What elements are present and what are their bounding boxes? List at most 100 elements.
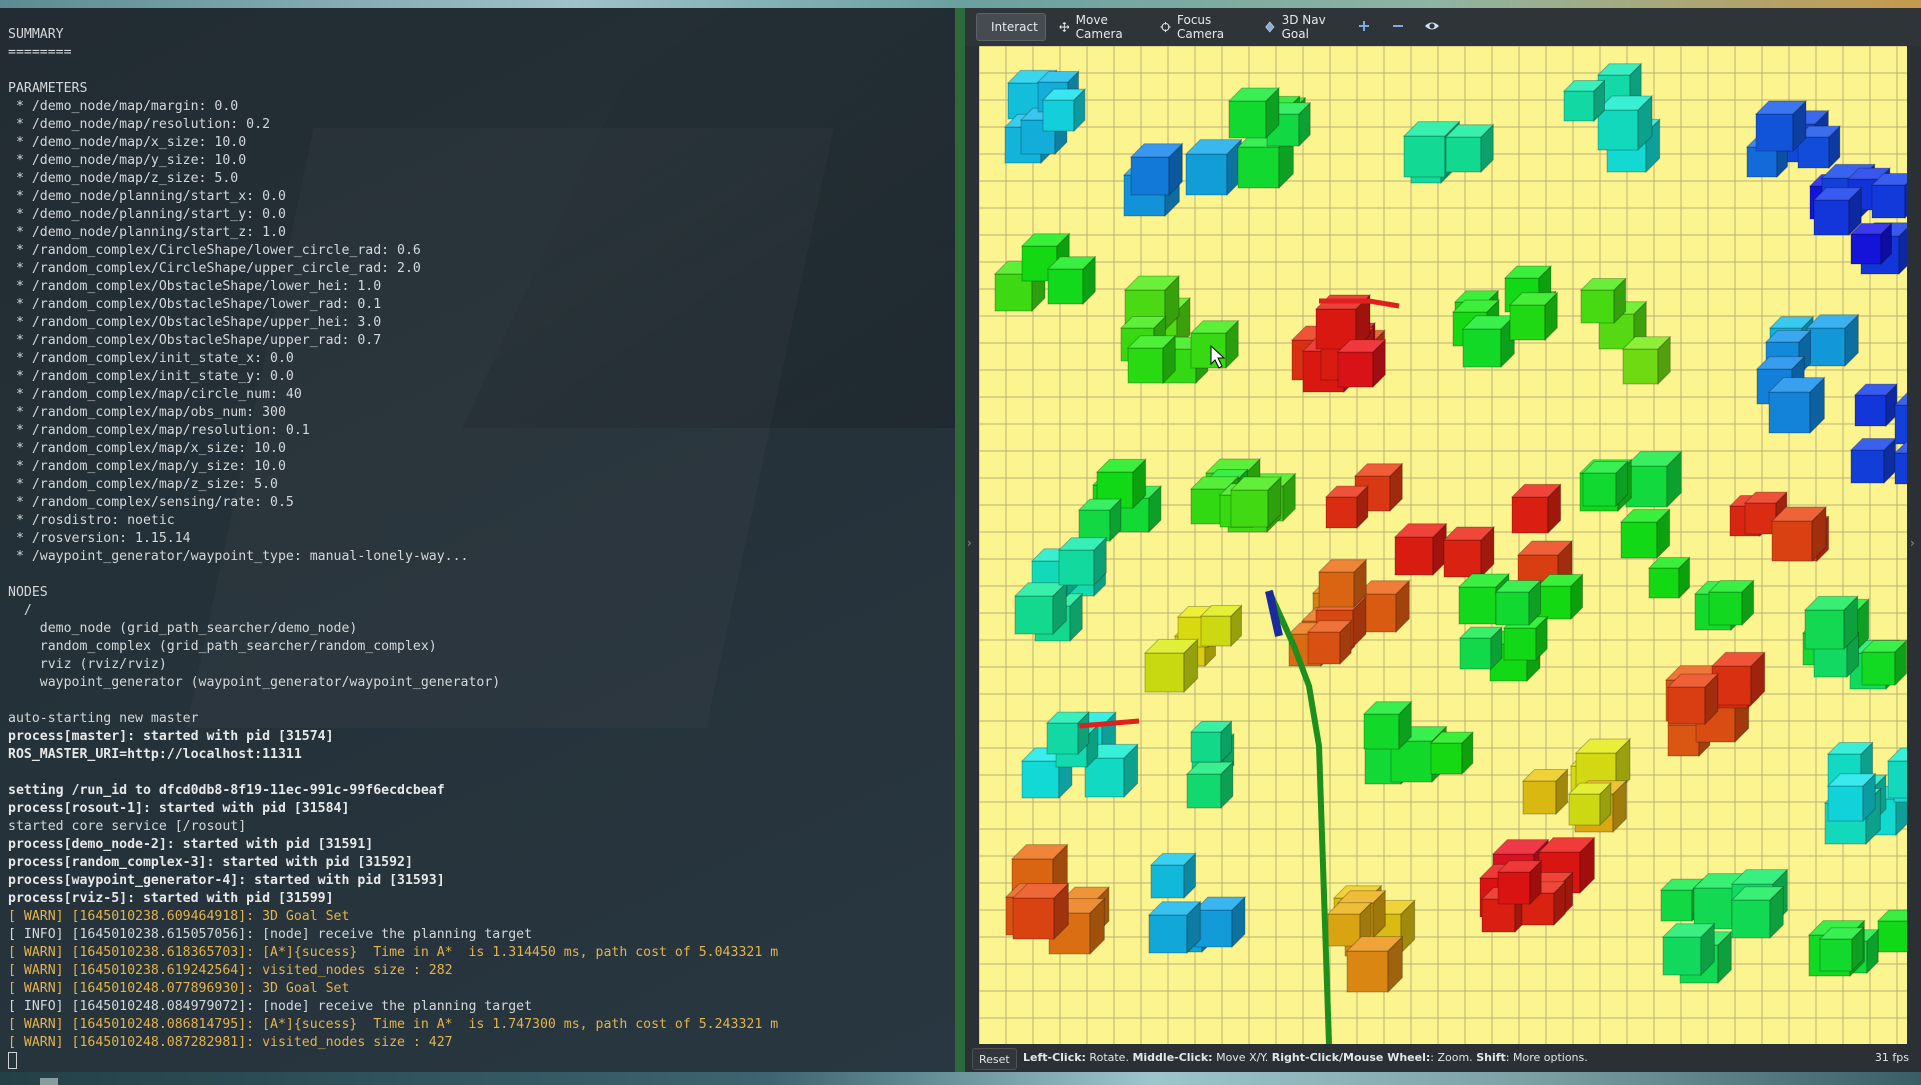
rviz-status-bar: Reset Left-Click: Rotate. Middle-Click: … <box>965 1044 1921 1072</box>
terminal-line: [ WARN] [1645010248.086814795]: [A*]{suc… <box>8 1017 779 1032</box>
voxel-cube <box>1767 376 1826 435</box>
voxel-cube <box>1461 314 1516 369</box>
remove-tool-button[interactable] <box>1388 16 1408 36</box>
voxel-map-scene[interactable] <box>979 46 1907 1044</box>
left-dock-handle[interactable]: › <box>965 46 978 1046</box>
hint-key: Left-Click: <box>1023 1051 1086 1064</box>
voxel-cube <box>1521 768 1569 816</box>
hint-val: : More options. <box>1505 1051 1588 1064</box>
terminal-line: * /waypoint_generator/waypoint_type: man… <box>8 549 469 564</box>
voxel-cube <box>1494 579 1542 627</box>
terminal-line: [ WARN] [1645010238.619242564]: visited_… <box>8 963 453 978</box>
voxel-cube <box>1429 730 1475 776</box>
voxel-cube <box>1345 935 1404 994</box>
right-dock-handle[interactable]: › <box>1908 46 1921 1046</box>
terminal-line: ROS_MASTER_URI=http://localhost:11311 <box>8 747 302 762</box>
terminal-line: rviz (rviz/rviz) <box>8 657 167 672</box>
voxel-cube <box>1579 277 1627 325</box>
voxel-cube <box>1458 625 1504 671</box>
focus-camera-tool-button[interactable]: Focus Camera <box>1152 13 1252 41</box>
terminal-line: * /demo_node/map/y_size: 10.0 <box>8 153 247 168</box>
move-camera-tool-label: Move Camera <box>1075 13 1123 41</box>
voxel-cube <box>1510 483 1562 535</box>
voxel-cube <box>1496 859 1543 906</box>
voxel-cube <box>1860 639 1907 687</box>
taskbar-item[interactable] <box>40 1078 58 1085</box>
voxel-cube <box>1536 573 1584 621</box>
terminal-line: * /random_complex/ObstacleShape/lower_he… <box>8 279 382 294</box>
voxel-cube <box>1581 460 1629 508</box>
voxel-cube <box>1818 926 1865 973</box>
voxel-cube <box>1149 852 1197 900</box>
rviz-window: Interact Move Camera Focus Camera 3D Nav… <box>965 8 1921 1072</box>
voxel-cube <box>1045 710 1091 756</box>
voxel-cube <box>1227 86 1281 140</box>
voxel-cube <box>1199 604 1243 648</box>
voxel-cube <box>1805 313 1860 368</box>
voxel-cube <box>1444 123 1495 174</box>
terminal-cursor <box>8 1052 17 1069</box>
voxel-cube <box>1189 720 1233 764</box>
terminal-line: setting /run_id to dfcd0db8-8f19-11ec-99… <box>8 783 445 798</box>
terminal-line: * /demo_node/planning/start_z: 1.0 <box>8 225 286 240</box>
terminal-line: process[waypoint_generator-4]: started w… <box>8 873 445 888</box>
terminal-line: * /random_complex/map/circle_num: 40 <box>8 387 302 402</box>
voxel-cube <box>1041 87 1087 133</box>
terminal-line: * /demo_node/map/z_size: 5.0 <box>8 171 239 186</box>
terminal-line: * /random_complex/sensing/rate: 0.5 <box>8 495 294 510</box>
voxel-cube <box>1849 222 1893 266</box>
terminal-line: * /demo_node/map/margin: 0.0 <box>8 99 239 114</box>
crosshair-icon <box>1160 21 1171 33</box>
hint-val: Move X/Y. <box>1212 1051 1272 1064</box>
terminal-line: * /demo_node/planning/start_x: 0.0 <box>8 189 286 204</box>
terminal-line: * /random_complex/ObstacleShape/upper_he… <box>8 315 382 330</box>
voxel-cube <box>1129 142 1184 197</box>
voxel-cube <box>1057 536 1108 587</box>
terminal-line: [ INFO] [1645010238.615057056]: [node] r… <box>8 927 533 942</box>
terminal-line: SUMMARY <box>8 27 64 42</box>
hint-val: Rotate. <box>1085 1051 1133 1064</box>
terminal-line: [ WARN] [1645010248.077896930]: 3D Goal … <box>8 981 350 996</box>
voxel-cube <box>1870 172 1907 220</box>
voxel-cube <box>1562 79 1606 123</box>
voxel-cube <box>1185 760 1235 810</box>
voxel-cube <box>1336 338 1387 389</box>
move-camera-tool-button[interactable]: Move Camera <box>1051 13 1147 41</box>
desktop-wallpaper-top <box>0 0 1921 8</box>
voxel-cube <box>1730 885 1785 940</box>
reset-button[interactable]: Reset <box>972 1048 1017 1070</box>
terminal-line: PARAMETERS <box>8 81 88 96</box>
voxel-cube <box>1393 522 1448 577</box>
voxel-cube <box>1013 581 1068 636</box>
terminal-line: * /demo_node/map/x_size: 10.0 <box>8 135 247 150</box>
voxel-cube <box>1147 900 1202 955</box>
voxel-cube <box>1624 450 1683 509</box>
terminal-line: process[demo_node-2]: started with pid [… <box>8 837 374 852</box>
3d-render-viewport[interactable] <box>979 46 1907 1044</box>
voxel-cube <box>1707 579 1755 627</box>
terminal-line: process[random_complex-3]: started with … <box>8 855 413 870</box>
terminal-line: [ WARN] [1645010238.609464918]: 3D Goal … <box>8 909 350 924</box>
voxel-cube <box>1567 781 1613 827</box>
mouse-hint-text: Left-Click: Rotate. Middle-Click: Move X… <box>1023 1051 1588 1064</box>
voxel-cube <box>1596 94 1654 152</box>
terminal-window[interactable]: SUMMARY ======== PARAMETERS * /demo_node/m… <box>0 8 955 1072</box>
terminal-line: * /random_complex/map/z_size: 5.0 <box>8 477 278 492</box>
add-tool-button[interactable] <box>1354 16 1374 36</box>
hint-val: : Zoom. <box>1430 1051 1477 1064</box>
voxel-cube <box>1876 909 1907 953</box>
terminal-line: * /random_complex/map/x_size: 10.0 <box>8 441 286 456</box>
3d-nav-goal-tool-button[interactable]: 3D Nav Goal <box>1256 13 1352 41</box>
terminal-line: demo_node (grid_path_searcher/demo_node) <box>8 621 358 636</box>
tool-properties-button[interactable] <box>1422 16 1442 36</box>
voxel-cube <box>1849 437 1897 485</box>
desktop-wallpaper-bottom <box>0 1072 1921 1085</box>
interact-tool-button[interactable]: Interact <box>976 13 1046 41</box>
terminal-line: / <box>8 603 32 618</box>
voxel-cube <box>1193 895 1247 949</box>
terminal-line: * /demo_node/map/resolution: 0.2 <box>8 117 271 132</box>
voxel-cube <box>1184 138 1243 197</box>
